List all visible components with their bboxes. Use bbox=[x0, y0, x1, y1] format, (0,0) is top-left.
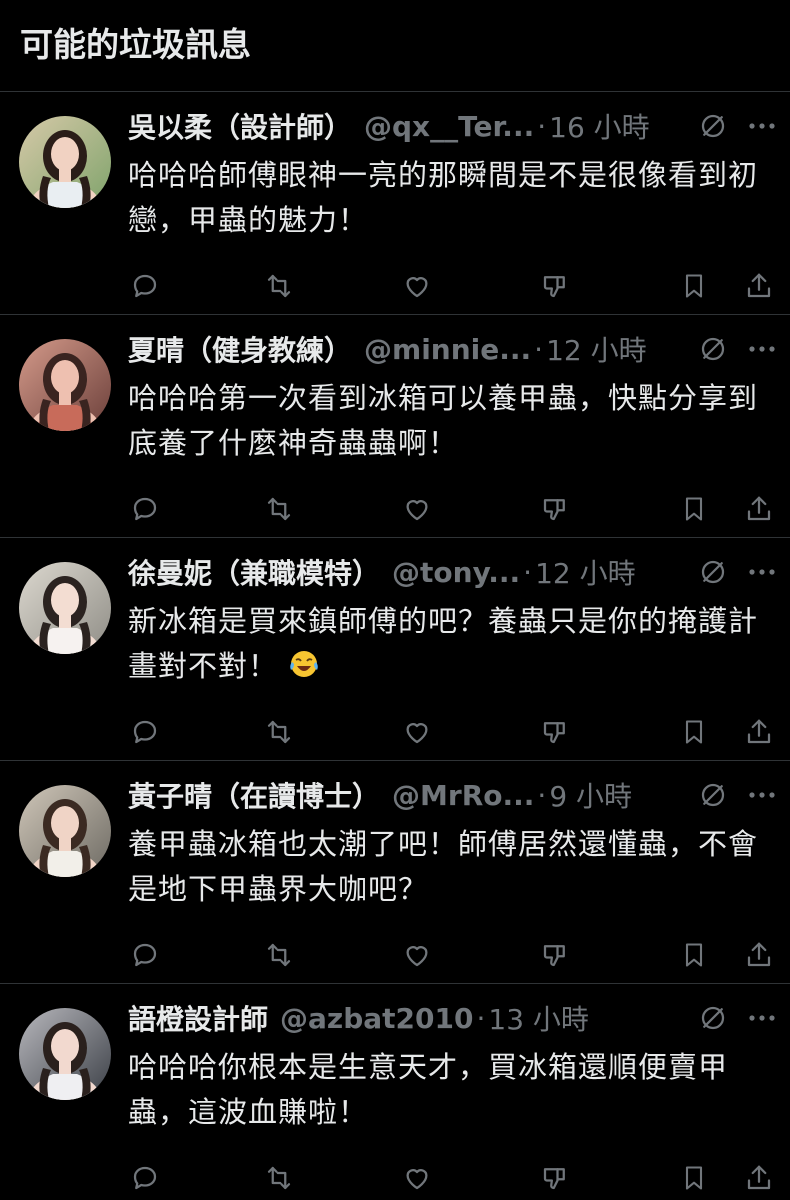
post-text-content: 哈哈哈你根本是生意天才，買冰箱還順便賣甲蟲，這波血賺啦！ bbox=[128, 1050, 729, 1129]
share-icon[interactable] bbox=[742, 493, 776, 525]
post-text: 養甲蟲冰箱也太潮了吧！師傅居然還懂蟲，不會是地下甲蟲界大咖吧？ bbox=[128, 822, 778, 912]
bookmark-icon[interactable] bbox=[677, 493, 711, 525]
bookmark-icon[interactable] bbox=[677, 716, 711, 748]
reply-icon[interactable] bbox=[128, 716, 162, 748]
separator-dot: · bbox=[534, 332, 544, 366]
bookmark-icon[interactable] bbox=[677, 939, 711, 971]
reply-icon[interactable] bbox=[128, 270, 162, 302]
display-name[interactable]: 語橙設計師 bbox=[128, 998, 268, 1038]
post-header: 徐曼妮（兼職模特） @tony... · 12 小時 bbox=[128, 552, 776, 592]
post-text-content: 養甲蟲冰箱也太潮了吧！師傅居然還懂蟲，不會是地下甲蟲界大咖吧？ bbox=[128, 827, 759, 906]
reply-icon[interactable] bbox=[128, 493, 162, 525]
post-header: 吳以柔（設計師） @qx__Ter... · 16 小時 bbox=[128, 106, 776, 146]
share-icon[interactable] bbox=[742, 270, 776, 302]
post-actions bbox=[128, 1162, 771, 1194]
post-actions bbox=[128, 493, 771, 525]
avatar[interactable] bbox=[19, 1008, 111, 1100]
retweet-icon[interactable] bbox=[262, 716, 296, 748]
dislike-icon[interactable] bbox=[538, 1162, 572, 1194]
bookmark-icon[interactable] bbox=[677, 270, 711, 302]
reply-post[interactable]: 吳以柔（設計師） @qx__Ter... · 16 小時 哈哈哈師傅眼神一亮的那… bbox=[0, 92, 790, 315]
separator-dot: · bbox=[476, 1001, 486, 1035]
post-time[interactable]: 12 小時 bbox=[546, 329, 647, 369]
section-title: 可能的垃圾訊息 bbox=[20, 24, 251, 64]
dislike-icon[interactable] bbox=[538, 270, 572, 302]
post-header: 黃子晴（在讀博士） @MrRo... · 9 小時 bbox=[128, 775, 776, 815]
avatar[interactable] bbox=[19, 785, 111, 877]
post-header: 夏晴（健身教練） @minnie... · 12 小時 bbox=[128, 329, 776, 369]
display-name[interactable]: 吳以柔（設計師） bbox=[128, 106, 352, 146]
display-name[interactable]: 徐曼妮（兼職模特） bbox=[128, 552, 380, 592]
post-text-content: 新冰箱是買來鎮師傅的吧？養蟲只是你的掩護計畫對不對！ bbox=[128, 604, 759, 683]
section-header: 可能的垃圾訊息 bbox=[0, 0, 790, 92]
mute-icon[interactable] bbox=[698, 334, 728, 364]
user-handle[interactable]: @tony... bbox=[392, 556, 520, 589]
user-handle[interactable]: @minnie... bbox=[364, 333, 531, 366]
avatar[interactable] bbox=[19, 116, 111, 208]
share-icon[interactable] bbox=[742, 1162, 776, 1194]
more-options-icon[interactable] bbox=[748, 1013, 776, 1023]
separator-dot: · bbox=[537, 109, 547, 143]
retweet-icon[interactable] bbox=[262, 1162, 296, 1194]
post-text: 新冰箱是買來鎮師傅的吧？養蟲只是你的掩護計畫對不對！ bbox=[128, 599, 778, 693]
more-options-icon[interactable] bbox=[748, 344, 776, 354]
separator-dot: · bbox=[537, 778, 547, 812]
retweet-icon[interactable] bbox=[262, 493, 296, 525]
dislike-icon[interactable] bbox=[538, 716, 572, 748]
post-time[interactable]: 12 小時 bbox=[535, 552, 636, 592]
post-text-content: 哈哈哈第一次看到冰箱可以養甲蟲，快點分享到底養了什麼神奇蟲蟲啊！ bbox=[128, 381, 759, 460]
user-handle[interactable]: @MrRo... bbox=[392, 779, 534, 812]
replies-feed: 吳以柔（設計師） @qx__Ter... · 16 小時 哈哈哈師傅眼神一亮的那… bbox=[0, 92, 790, 1200]
like-icon[interactable] bbox=[400, 493, 434, 525]
post-header: 語橙設計師 @azbat2010 · 13 小時 bbox=[128, 998, 776, 1038]
reply-post[interactable]: 徐曼妮（兼職模特） @tony... · 12 小時 新冰箱是買來鎮師傅的吧？養… bbox=[0, 538, 790, 761]
reply-post[interactable]: 夏晴（健身教練） @minnie... · 12 小時 哈哈哈第一次看到冰箱可以… bbox=[0, 315, 790, 538]
mute-icon[interactable] bbox=[698, 780, 728, 810]
share-icon[interactable] bbox=[742, 716, 776, 748]
post-time[interactable]: 13 小時 bbox=[488, 998, 589, 1038]
dislike-icon[interactable] bbox=[538, 493, 572, 525]
retweet-icon[interactable] bbox=[262, 270, 296, 302]
post-time[interactable]: 9 小時 bbox=[549, 775, 632, 815]
avatar[interactable] bbox=[19, 339, 111, 431]
mute-icon[interactable] bbox=[698, 557, 728, 587]
face-with-tears-of-joy-emoji-icon bbox=[288, 648, 320, 693]
share-icon[interactable] bbox=[742, 939, 776, 971]
post-actions bbox=[128, 939, 771, 971]
more-options-icon[interactable] bbox=[748, 567, 776, 577]
reply-post[interactable]: 語橙設計師 @azbat2010 · 13 小時 哈哈哈你根本是生意天才，買冰箱… bbox=[0, 984, 790, 1200]
post-time[interactable]: 16 小時 bbox=[549, 106, 650, 146]
more-options-icon[interactable] bbox=[748, 790, 776, 800]
display-name[interactable]: 夏晴（健身教練） bbox=[128, 329, 352, 369]
avatar[interactable] bbox=[19, 562, 111, 654]
like-icon[interactable] bbox=[400, 716, 434, 748]
mute-icon[interactable] bbox=[698, 1003, 728, 1033]
dislike-icon[interactable] bbox=[538, 939, 572, 971]
post-actions bbox=[128, 716, 771, 748]
post-text-content: 哈哈哈師傅眼神一亮的那瞬間是不是很像看到初戀，甲蟲的魅力！ bbox=[128, 158, 759, 237]
user-handle[interactable]: @azbat2010 bbox=[280, 1002, 473, 1035]
post-text: 哈哈哈師傅眼神一亮的那瞬間是不是很像看到初戀，甲蟲的魅力！ bbox=[128, 153, 778, 243]
post-actions bbox=[128, 270, 771, 302]
reply-post[interactable]: 黃子晴（在讀博士） @MrRo... · 9 小時 養甲蟲冰箱也太潮了吧！師傅居… bbox=[0, 761, 790, 984]
post-text: 哈哈哈你根本是生意天才，買冰箱還順便賣甲蟲，這波血賺啦！ bbox=[128, 1045, 778, 1135]
reply-icon[interactable] bbox=[128, 939, 162, 971]
like-icon[interactable] bbox=[400, 939, 434, 971]
spam-replies-page: 可能的垃圾訊息 吳以柔（設計師） @qx__Ter... · 16 小時 哈哈哈… bbox=[0, 0, 790, 1200]
mute-icon[interactable] bbox=[698, 111, 728, 141]
more-options-icon[interactable] bbox=[748, 121, 776, 131]
user-handle[interactable]: @qx__Ter... bbox=[364, 110, 534, 143]
post-text: 哈哈哈第一次看到冰箱可以養甲蟲，快點分享到底養了什麼神奇蟲蟲啊！ bbox=[128, 376, 778, 466]
reply-icon[interactable] bbox=[128, 1162, 162, 1194]
separator-dot: · bbox=[523, 555, 533, 589]
retweet-icon[interactable] bbox=[262, 939, 296, 971]
bookmark-icon[interactable] bbox=[677, 1162, 711, 1194]
display-name[interactable]: 黃子晴（在讀博士） bbox=[128, 775, 380, 815]
like-icon[interactable] bbox=[400, 1162, 434, 1194]
like-icon[interactable] bbox=[400, 270, 434, 302]
